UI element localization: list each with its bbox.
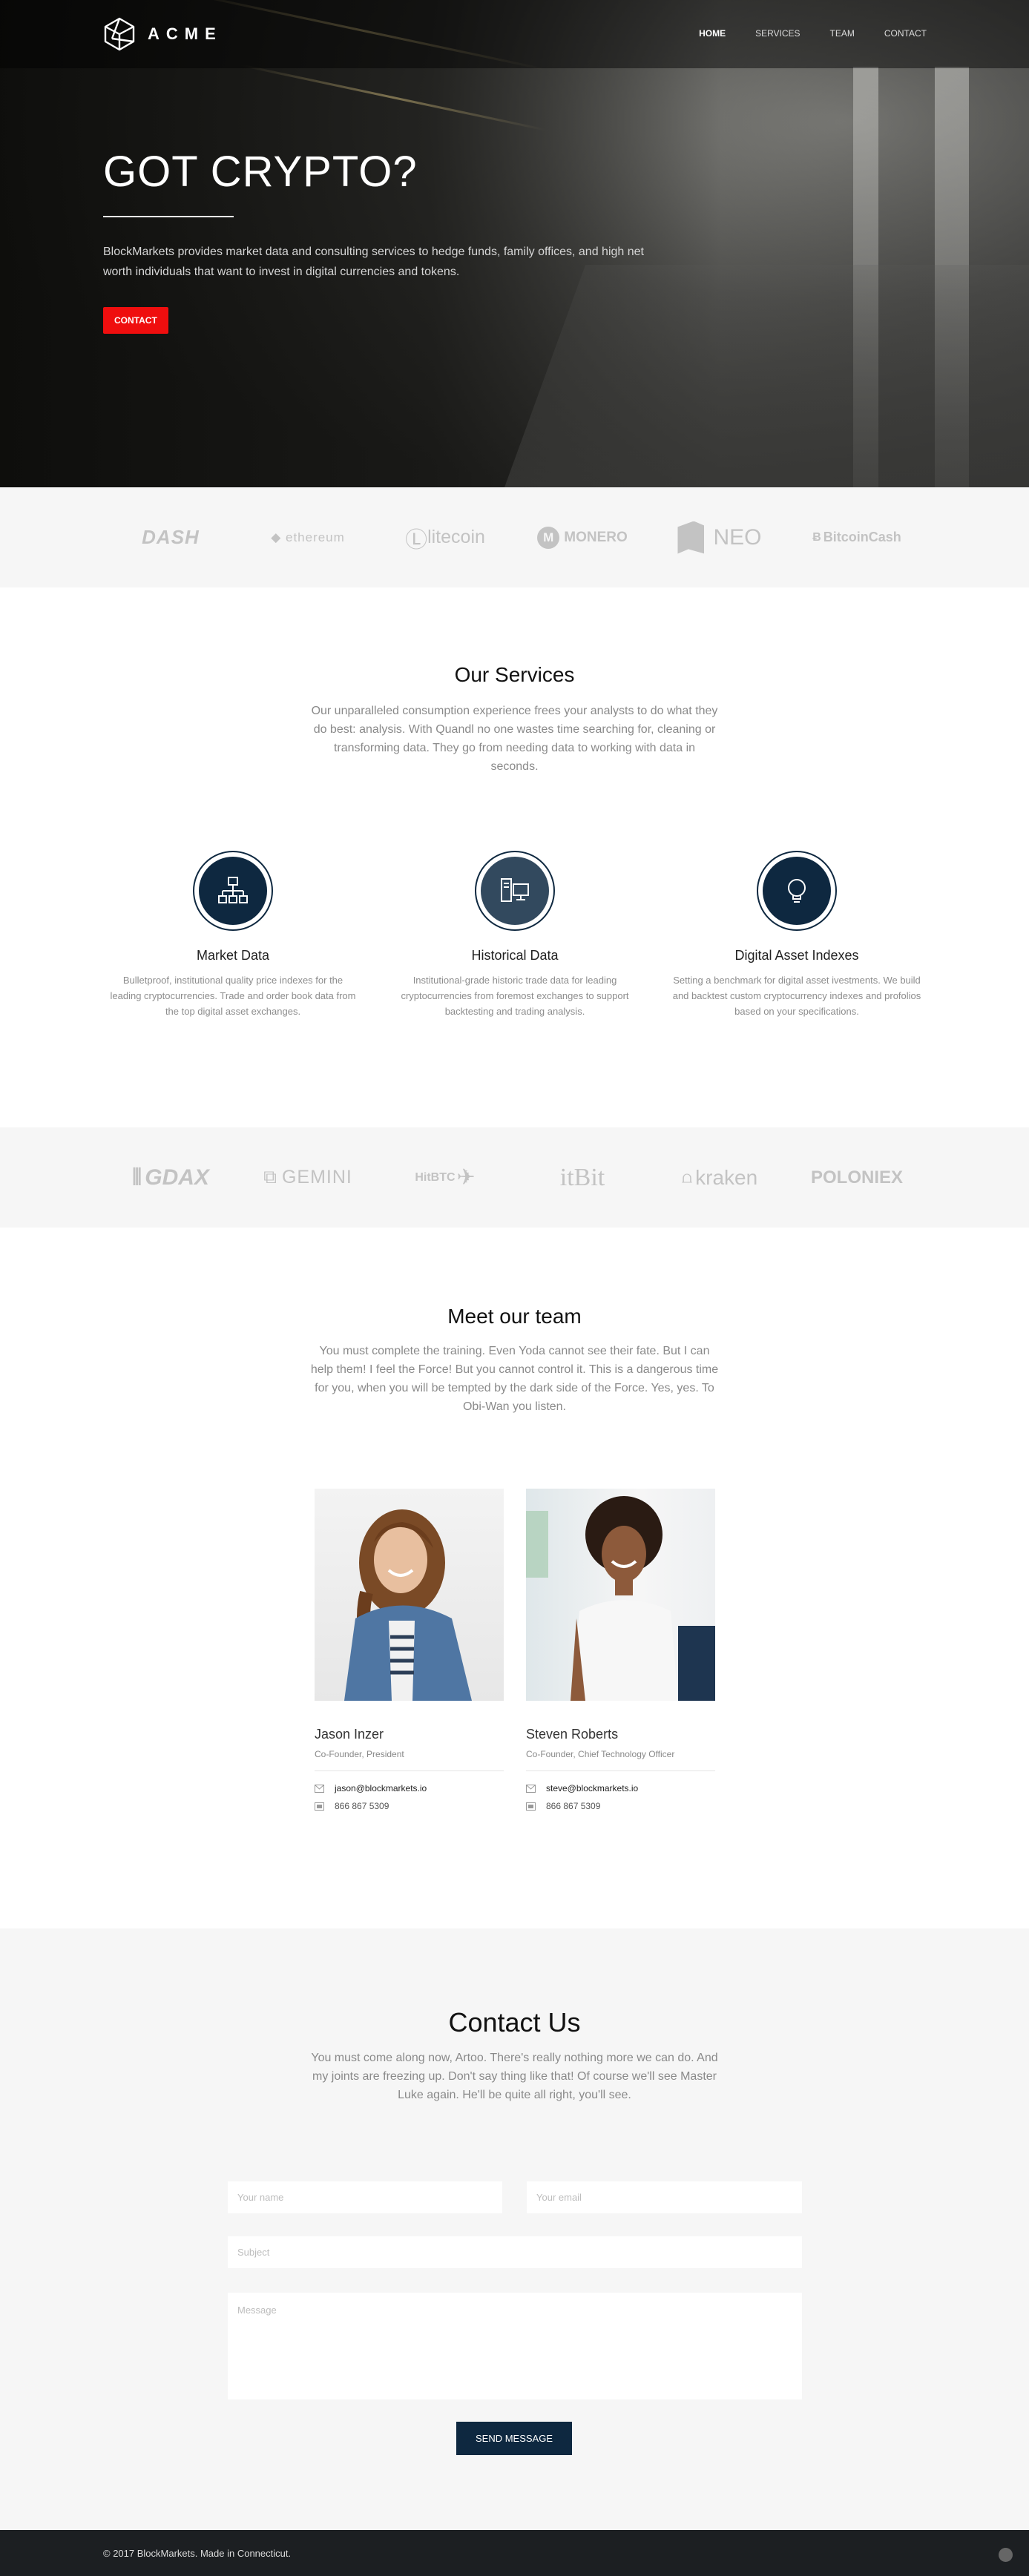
member-role: Co-Founder, President — [315, 1749, 404, 1759]
navbar: ACME HOME SERVICES TEAM CONTACT — [0, 0, 1029, 68]
member-role: Co-Founder, Chief Technology Officer — [526, 1749, 675, 1759]
envelope-icon — [315, 1784, 324, 1793]
monero-icon: M — [537, 526, 560, 549]
main-nav: HOME SERVICES TEAM CONTACT — [699, 28, 927, 39]
member-photo — [315, 1489, 504, 1701]
member-phone: 866 867 5309 — [315, 1801, 504, 1811]
member-phone: 866 867 5309 — [526, 1801, 715, 1811]
brand-logo[interactable]: ACME — [103, 16, 223, 52]
services-lead: Our unparalleled consumption experience … — [311, 705, 718, 773]
cube-icon — [104, 17, 135, 51]
service-title: Historical Data — [471, 948, 559, 963]
nav-contact[interactable]: CONTACT — [884, 28, 927, 39]
member-photo — [526, 1489, 715, 1701]
send-message-button[interactable]: SEND MESSAGE — [456, 2422, 572, 2455]
kraken-logo: ⩍ kraken — [681, 1165, 758, 1189]
divider — [315, 1770, 504, 1771]
member-name: Steven Roberts — [526, 1727, 619, 1742]
team-member-card: Steven Roberts Co-Founder, Chief Technol… — [526, 1489, 715, 1819]
exchange-logos-strip: ⦀ GDAX ⧉ GEMINI HitBTC ✈ itBit ⩍ kraken POLO… — [0, 1127, 1029, 1228]
service-card-digital-asset-indexes: Digital Asset Indexes Setting a benchmar… — [671, 851, 923, 1019]
light-streak — [240, 64, 546, 131]
member-phone-number: 866 867 5309 — [546, 1801, 601, 1811]
service-card-historical-data: Historical Data Institutional-grade hist… — [389, 851, 641, 1019]
gdax-logo: ⦀ GDAX — [132, 1165, 209, 1190]
member-email-link[interactable]: jason@blockmarkets.io — [335, 1783, 427, 1793]
team-lead: You must complete the training. Even Yod… — [310, 1345, 719, 1413]
phone-icon — [526, 1802, 536, 1811]
member-email: jason@blockmarkets.io — [315, 1783, 504, 1793]
nav-team[interactable]: TEAM — [830, 28, 855, 39]
message-field[interactable] — [228, 2293, 802, 2399]
service-text: Institutional-grade historic trade data … — [401, 975, 629, 1017]
sitemap-icon — [218, 877, 248, 903]
hero-description: BlockMarkets provides market data and co… — [103, 246, 644, 278]
hero-section: ACME HOME SERVICES TEAM CONTACT GOT CRYP… — [0, 0, 1029, 487]
member-phone-number: 866 867 5309 — [335, 1801, 389, 1811]
poloniex-logo: POLONIEX — [810, 1167, 904, 1187]
nav-home[interactable]: HOME — [699, 28, 726, 39]
service-icon-ring — [193, 851, 273, 931]
team-member-card: Jason Inzer Co-Founder, President jason@… — [315, 1489, 504, 1819]
neo-logo: NEO — [657, 487, 783, 587]
email-field[interactable] — [527, 2181, 802, 2213]
dash-logo: DASH — [142, 526, 200, 548]
nav-services[interactable]: SERVICES — [755, 28, 800, 39]
member-email: steve@blockmarkets.io — [526, 1783, 715, 1793]
member-name: Jason Inzer — [315, 1727, 384, 1742]
neo-icon — [677, 521, 705, 554]
services-section: Our Services Our unparalleled consumptio… — [0, 587, 1029, 1127]
hero-title: GOT CRYPTO? — [103, 148, 418, 196]
team-section: Meet our team You must complete the trai… — [0, 1228, 1029, 1928]
litecoin-logo: Ⓛlitecoin — [382, 487, 508, 587]
footer: © 2017 BlockMarkets. Made in Connecticut… — [0, 2530, 1029, 2576]
computer-icon — [501, 878, 529, 902]
services-title: Our Services — [454, 663, 575, 686]
hero-contact-button[interactable]: CONTACT — [103, 307, 168, 334]
contact-title: Contact Us — [448, 2007, 581, 2038]
contact-section: Contact Us You must come along now, Arto… — [0, 1928, 1029, 2530]
monero-logo: M MONERO — [519, 487, 645, 587]
coin-logos-strip: DASH ◆ ethereum Ⓛlitecoin M MONERO NEO ɃB… — [0, 487, 1029, 587]
kraken-icon: ⩍ — [681, 1167, 693, 1187]
service-icon-ring — [475, 851, 555, 931]
bitcoincash-logo: Ƀ BitcoinCash — [812, 530, 901, 544]
scroll-top-button[interactable] — [999, 2548, 1013, 2562]
phone-icon — [315, 1802, 324, 1811]
gemini-logo: ⧉ GEMINI — [263, 1167, 352, 1187]
envelope-icon — [526, 1784, 536, 1793]
brand-name: ACME — [148, 24, 223, 43]
service-text: Bulletproof, institutional quality price… — [110, 975, 356, 1017]
gdax-icon: ⦀ — [132, 1165, 142, 1190]
hero-content: GOT CRYPTO? BlockMarkets provides market… — [103, 147, 652, 334]
member-email-link[interactable]: steve@blockmarkets.io — [546, 1783, 638, 1793]
gemini-icon: ⧉ — [263, 1167, 277, 1187]
itbit-logo: itBit — [559, 1163, 605, 1191]
subject-field[interactable] — [228, 2236, 802, 2268]
hitbtc-logo: HitBTC ✈ — [415, 1165, 476, 1190]
ethereum-logo: ◆ ethereum — [271, 530, 345, 544]
litecoin-icon: Ⓛ — [405, 527, 428, 553]
copyright-text: © 2017 BlockMarkets. Made in Connecticut… — [103, 2548, 292, 2559]
name-field[interactable] — [228, 2181, 502, 2213]
hero-divider — [103, 216, 234, 217]
service-icon-ring — [757, 851, 837, 931]
team-title: Meet our team — [447, 1305, 582, 1328]
service-card-market-data: Market Data Bulletproof, institutional q… — [107, 851, 359, 1019]
divider — [526, 1770, 715, 1771]
service-text: Setting a benchmark for digital asset iv… — [672, 975, 921, 1017]
hitbtc-bird-icon: ✈ — [456, 1165, 476, 1190]
service-title: Digital Asset Indexes — [734, 948, 859, 963]
contact-lead: You must come along now, Artoo. There's … — [311, 2052, 718, 2101]
ethereum-icon: ◆ — [271, 530, 286, 544]
bitcoin-icon: Ƀ — [812, 530, 821, 544]
service-title: Market Data — [196, 948, 270, 963]
lightbulb-icon — [788, 879, 806, 903]
